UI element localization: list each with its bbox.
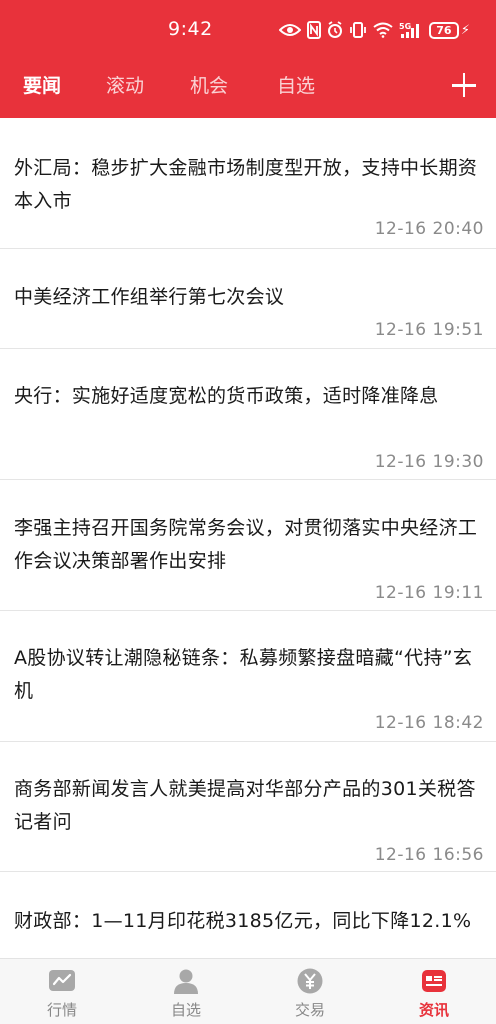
vibrate-icon <box>349 19 367 41</box>
news-item[interactable]: A股协议转让潮隐秘链条：私募频繁接盘暗藏“代持”玄机 12-16 18:42 <box>0 611 496 742</box>
tab-headlines[interactable]: 要闻 <box>23 66 61 106</box>
person-icon <box>174 969 198 994</box>
add-tab-button[interactable] <box>448 70 480 102</box>
app-header: 9:42 5G 76 ⚡ 要闻 滚动 机会 自选 <box>0 0 496 118</box>
nav-trade[interactable]: 交易 <box>270 965 350 1021</box>
news-item[interactable]: 财政部：1—11月印花税3185亿元，同比下降12.1% <box>0 872 496 960</box>
nav-news[interactable]: 资讯 <box>394 965 474 1021</box>
yen-coin-icon <box>297 968 323 994</box>
news-title[interactable]: 央行：实施好适度宽松的货币政策，适时降准降息 <box>14 380 484 413</box>
eye-icon <box>278 19 301 41</box>
news-time: 12-16 19:30 <box>374 452 484 472</box>
news-item[interactable]: 中美经济工作组举行第七次会议 12-16 19:51 <box>0 249 496 349</box>
nav-label: 资讯 <box>418 1001 449 1019</box>
news-time: 12-16 16:56 <box>374 845 484 865</box>
nav-market[interactable]: 行情 <box>22 965 102 1021</box>
tab-rolling[interactable]: 滚动 <box>106 66 144 106</box>
signal-5g-icon: 5G <box>399 19 423 41</box>
chart-icon <box>49 970 75 991</box>
nav-label: 交易 <box>294 1001 325 1019</box>
news-time: 12-16 19:11 <box>374 583 484 603</box>
news-item[interactable]: 商务部新闻发言人就美提高对华部分产品的301关税答记者问 12-16 16:56 <box>0 742 496 872</box>
status-bar: 9:42 5G 76 ⚡ <box>0 0 496 60</box>
nfc-icon <box>306 19 321 41</box>
charging-icon: ⚡ <box>460 22 470 38</box>
nav-label: 行情 <box>46 1001 77 1019</box>
news-time: 12-16 19:51 <box>374 320 484 340</box>
tab-opportunity[interactable]: 机会 <box>190 66 228 106</box>
news-time: 12-16 18:42 <box>374 713 484 733</box>
battery-level: 76 <box>428 21 459 39</box>
news-title[interactable]: 中美经济工作组举行第七次会议 <box>14 281 484 314</box>
nav-watchlist[interactable]: 自选 <box>146 965 226 1021</box>
news-item[interactable]: 李强主持召开国务院常务会议，对贯彻落实中央经济工作会议决策部署作出安排 12-1… <box>0 480 496 611</box>
news-item[interactable]: 外汇局：稳步扩大金融市场制度型开放，支持中长期资本入市 12-16 20:40 <box>0 118 496 249</box>
news-title[interactable]: 商务部新闻发言人就美提高对华部分产品的301关税答记者问 <box>14 773 484 839</box>
bottom-nav: 行情 自选 交易 资讯 <box>0 958 496 1024</box>
news-title[interactable]: A股协议转让潮隐秘链条：私募频繁接盘暗藏“代持”玄机 <box>14 642 484 708</box>
status-time: 9:42 <box>168 18 213 40</box>
news-title[interactable]: 外汇局：稳步扩大金融市场制度型开放，支持中长期资本入市 <box>14 152 484 218</box>
news-list: 外汇局：稳步扩大金融市场制度型开放，支持中长期资本入市 12-16 20:40 … <box>0 118 496 960</box>
svg-text:5G: 5G <box>399 22 411 31</box>
wifi-icon <box>373 19 393 41</box>
alarm-icon <box>327 19 343 41</box>
news-tabs: 要闻 滚动 机会 自选 <box>0 66 496 106</box>
news-item[interactable]: 央行：实施好适度宽松的货币政策，适时降准降息 12-16 19:30 <box>0 349 496 480</box>
news-icon <box>422 970 446 992</box>
news-time: 12-16 20:40 <box>374 219 484 239</box>
news-title[interactable]: 李强主持召开国务院常务会议，对贯彻落实中央经济工作会议决策部署作出安排 <box>14 512 484 578</box>
status-icons: 5G 76 ⚡ <box>278 18 470 42</box>
nav-label: 自选 <box>170 1001 201 1019</box>
battery-icon: 76 ⚡ <box>428 21 470 39</box>
tab-watchlist[interactable]: 自选 <box>277 66 315 106</box>
news-title[interactable]: 财政部：1—11月印花税3185亿元，同比下降12.1% <box>14 905 484 938</box>
